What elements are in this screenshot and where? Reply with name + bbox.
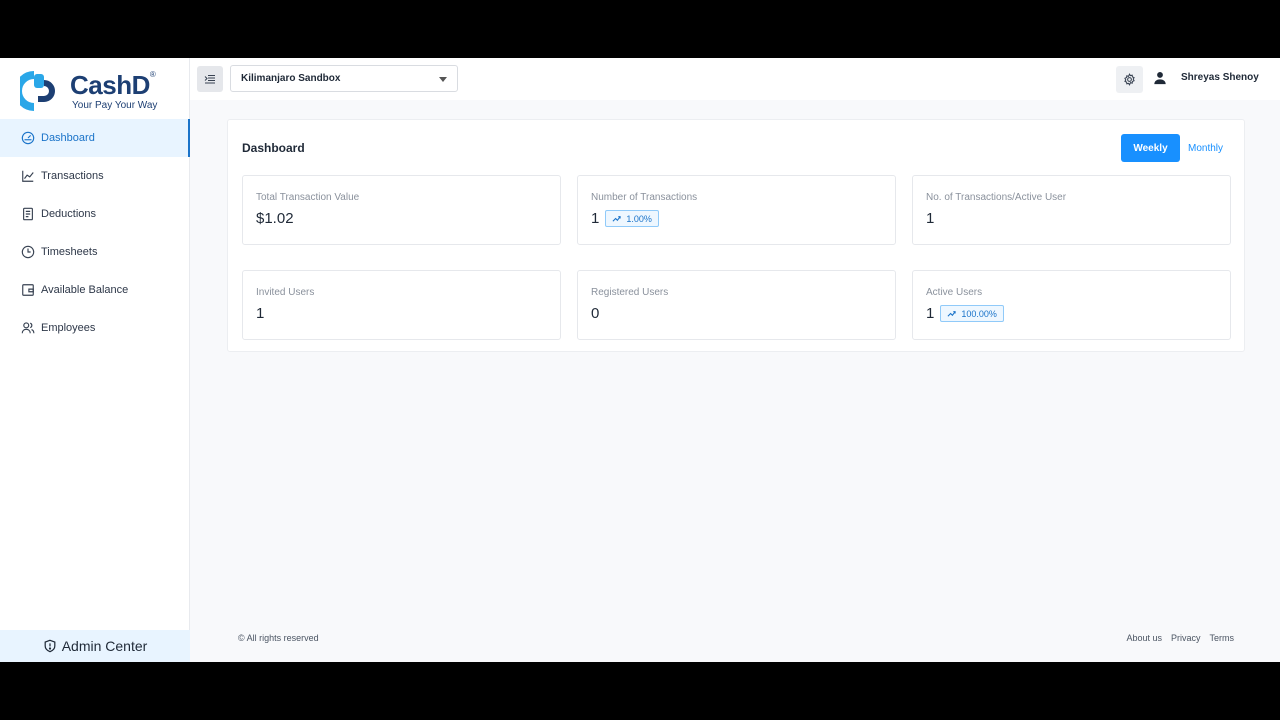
sidebar-item-employees[interactable]: Employees [0,309,190,347]
organization-select[interactable]: Kilimanjaro Sandbox [230,65,458,92]
stat-card-invited-users: Invited Users 1 [242,270,561,340]
app-frame: CashD® Your Pay Your Way Dashboard Trans… [0,58,1280,662]
sidebar-item-available-balance[interactable]: Available Balance [0,271,190,309]
stat-value: 1 [256,305,265,322]
stat-label: Active Users [926,287,983,298]
sidebar-item-label: Available Balance [41,284,129,296]
menu-toggle-button[interactable] [197,66,223,92]
document-icon [21,207,35,221]
monthly-button[interactable]: Monthly [1183,134,1228,162]
dashboard-gauge-icon [21,131,35,145]
menu-fold-icon [204,75,215,84]
stat-value: 0 [591,305,600,322]
sidebar-item-label: Timesheets [41,246,98,258]
sidebar-item-deductions[interactable]: Deductions [0,195,190,233]
stat-card-registered-users: Registered Users 0 [577,270,896,340]
footer-link-about[interactable]: About us [1126,633,1162,643]
brand-tagline: Your Pay Your Way [72,100,158,111]
stat-label: Invited Users [256,287,315,298]
trend-badge: 100.00% [940,305,1004,322]
brand-name: CashD® [70,70,156,100]
sidebar-item-transactions[interactable]: Transactions [0,157,190,195]
footer-link-privacy[interactable]: Privacy [1171,633,1201,643]
footer-copyright: © All rights reserved [238,633,319,643]
footer-links: About us Privacy Terms [1126,633,1234,643]
trend-up-icon [612,216,621,222]
stat-value: 1 1.00% [591,210,659,227]
admin-center-label: Admin Center [61,638,148,654]
clock-icon [21,245,35,259]
trend-badge: 1.00% [605,210,659,227]
sidebar-item-label: Dashboard [41,132,95,144]
stat-label: Total Transaction Value [256,192,360,203]
weekly-button[interactable]: Weekly [1121,134,1180,162]
sidebar-item-label: Transactions [41,170,104,182]
sidebar-nav: Dashboard Transactions Deductions Timesh… [0,119,190,347]
user-icon[interactable] [1153,71,1167,85]
caret-down-icon [439,77,447,82]
sidebar-item-label: Employees [41,322,96,334]
organization-select-value: Kilimanjaro Sandbox [241,73,341,84]
stat-card-transactions-per-active-user: No. of Transactions/Active User 1 [912,175,1231,245]
stat-label: Number of Transactions [591,192,698,203]
sidebar-item-label: Deductions [41,208,97,220]
gear-icon [1124,73,1135,86]
sidebar-item-dashboard[interactable]: Dashboard [0,119,190,157]
page-title: Dashboard [242,141,305,155]
stat-label: Registered Users [591,287,669,298]
users-icon [21,321,35,335]
dashboard-card: Dashboard Weekly Monthly Total Transacti… [227,119,1245,352]
stat-card-active-users: Active Users 1 100.00% [912,270,1231,340]
user-name[interactable]: Shreyas Shenoy [1181,72,1259,83]
brand-logo[interactable]: CashD® Your Pay Your Way [20,70,180,114]
line-chart-icon [21,169,35,183]
sidebar: CashD® Your Pay Your Way Dashboard Trans… [0,58,190,662]
stat-label: No. of Transactions/Active User [926,192,1067,203]
stat-value: 1 [926,210,935,227]
stat-card-total-transaction-value: Total Transaction Value $1.02 [242,175,561,245]
stat-card-number-of-transactions: Number of Transactions 1 1.00% [577,175,896,245]
admin-center-button[interactable]: Admin Center [0,630,190,662]
footer-link-terms[interactable]: Terms [1210,633,1235,643]
sidebar-item-timesheets[interactable]: Timesheets [0,233,190,271]
cashd-logo-icon [20,71,55,111]
trend-up-icon [947,311,956,317]
topbar: Kilimanjaro Sandbox Shreyas Shenoy [190,58,1280,100]
stat-value: 1 100.00% [926,305,1004,322]
shield-icon [44,639,56,653]
wallet-icon [21,283,35,297]
settings-button[interactable] [1116,66,1143,93]
stat-value: $1.02 [256,210,294,227]
